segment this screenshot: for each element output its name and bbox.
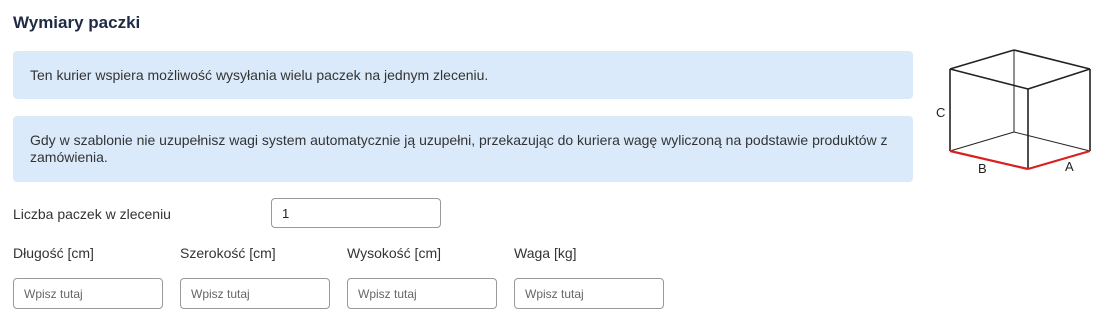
box-edge-hidden bbox=[1013, 131, 1091, 152]
width-label: Szerokość [cm] bbox=[180, 245, 276, 261]
box-dimensions-diagram: C B A bbox=[936, 49, 1091, 176]
package-count-input[interactable] bbox=[271, 198, 441, 228]
height-label: Wysokość [cm] bbox=[347, 245, 441, 261]
dimension-label-c: C bbox=[936, 105, 945, 120]
package-count-label: Liczba paczek w zleceniu bbox=[13, 206, 171, 222]
weight-input[interactable] bbox=[514, 278, 664, 309]
width-input[interactable] bbox=[180, 278, 330, 309]
package-dimensions-section: Wymiary paczki Ten kurier wspiera możliw… bbox=[0, 0, 1107, 332]
box-edge bbox=[949, 49, 1015, 70]
box-edge bbox=[1013, 49, 1091, 70]
length-input[interactable] bbox=[13, 278, 163, 309]
info-banner-weight: Gdy w szablonie nie uzupełnisz wagi syst… bbox=[13, 116, 913, 182]
box-edge bbox=[949, 68, 1029, 90]
info-banner-text: Gdy w szablonie nie uzupełnisz wagi syst… bbox=[30, 132, 888, 165]
info-banner-multi-package: Ten kurier wspiera możliwość wysyłania w… bbox=[13, 51, 913, 99]
box-edge-hidden bbox=[949, 131, 1015, 152]
dimension-edge-b bbox=[949, 149, 1029, 171]
dimension-label-b: B bbox=[978, 161, 987, 176]
height-input[interactable] bbox=[347, 278, 497, 309]
dimension-label-a: A bbox=[1065, 159, 1074, 174]
box-edges bbox=[949, 49, 1091, 169]
info-banner-text: Ten kurier wspiera możliwość wysyłania w… bbox=[30, 66, 489, 83]
box-edge bbox=[1027, 68, 1091, 90]
weight-label: Waga [kg] bbox=[514, 245, 577, 261]
dimension-edge-a bbox=[1027, 149, 1091, 171]
length-label: Długość [cm] bbox=[13, 245, 94, 261]
section-title: Wymiary paczki bbox=[13, 13, 141, 32]
